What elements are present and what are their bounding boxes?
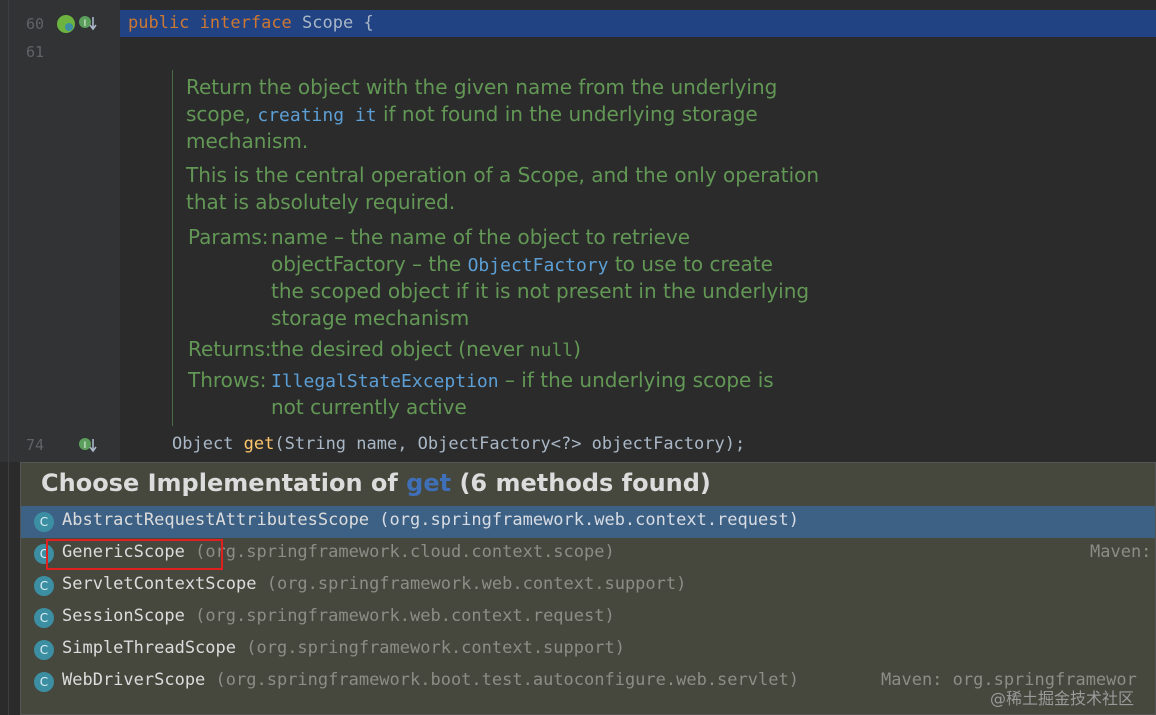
class-icon: C [34,672,54,692]
class-name: SessionScope [62,606,185,626]
returns-label: Returns: [188,337,272,361]
interface-name: Scope [302,13,354,33]
class-name: ServletContextScope [62,574,257,594]
doc-line-3: mechanism. [186,129,309,153]
params-label: Params: [188,225,269,249]
class-icon: C [34,576,54,596]
watermark: @稀土掘金技术社区 [990,689,1135,708]
package-name: (org.springframework.boot.test.autoconfi… [215,670,799,690]
line-number-60: 60 [26,15,45,33]
implementation-item[interactable]: C AbstractRequestAttributesScope (org.sp… [21,506,1155,538]
package-name: (org.springframework.cloud.context.scope… [195,542,615,562]
class-icon: C [34,512,54,532]
package-name: (org.springframework.context.support) [246,638,625,658]
keyword-public: public [128,13,190,33]
class-name: SimpleThreadScope [62,638,236,658]
line-number-74: 74 [26,436,45,454]
param-objectfactory: objectFactory – the ObjectFactory to use… [271,252,773,276]
param-name: name – the name of the object to retriev… [271,225,691,249]
doc-line-5: that is absolutely required. [186,190,456,214]
annotation-highlight-box [46,539,223,570]
implementation-item[interactable]: C SessionScope (org.springframework.web.… [21,602,1155,634]
doc-link-creating-it[interactable]: creating it [257,105,376,126]
line-number-61: 61 [26,43,45,61]
implemented-down-arrow-icon[interactable]: I [78,14,98,34]
implementation-item[interactable]: C WebDriverScope (org.springframework.bo… [21,666,1155,698]
doc-line-4: This is the central operation of a Scope… [186,163,820,187]
package-name: (org.springframework.web.context.support… [266,574,687,594]
spring-bean-icon[interactable] [56,14,76,34]
return-type: Object [172,434,234,454]
doc-line-2: scope, creating it if not found in the u… [186,102,758,126]
implementation-item[interactable]: C SimpleThreadScope (org.springframework… [21,634,1155,666]
class-name: WebDriverScope [62,670,206,690]
throws-label: Throws: [188,368,267,392]
code-line-74[interactable]: Object get(String name, ObjectFactory<?>… [172,434,745,454]
keyword-interface: interface [199,13,292,33]
package-name: (org.springframework.web.context.request… [379,510,799,530]
returns-text: the desired object (never null) [271,337,581,361]
param-objectfactory-cont-2: storage mechanism [271,306,470,330]
param-objectfactory-cont-1: the scoped object if it is not present i… [271,279,810,303]
svg-text:I: I [84,441,87,451]
throws-text-cont: not currently active [271,395,467,419]
gutter [0,0,120,462]
maven-source: Maven: [1090,542,1152,562]
svg-text:I: I [84,19,87,29]
class-name: AbstractRequestAttributesScope [62,510,370,530]
implemented-method-icon[interactable]: I [78,435,98,455]
choose-implementation-popup[interactable]: Choose Implementation of get (6 methods … [20,462,1156,715]
doc-link-objectfactory[interactable]: ObjectFactory [468,255,609,276]
popup-title: Choose Implementation of get (6 methods … [41,469,711,497]
class-icon: C [34,608,54,628]
throws-text: IllegalStateException – if the underlyin… [271,368,774,392]
method-params: (String name, ObjectFactory<?> objectFac… [274,434,746,454]
gutter-separator [8,0,9,715]
open-brace: { [363,13,374,33]
code-line-60[interactable]: public interface Scope { [128,13,374,33]
doc-link-illegalstateexception[interactable]: IllegalStateException [271,371,499,392]
package-name: (org.springframework.web.context.request… [195,606,615,626]
class-icon: C [34,640,54,660]
doc-line-1: Return the object with the given name fr… [186,75,778,99]
method-name: get [243,434,275,454]
implementation-item[interactable]: C ServletContextScope (org.springframewo… [21,570,1155,602]
